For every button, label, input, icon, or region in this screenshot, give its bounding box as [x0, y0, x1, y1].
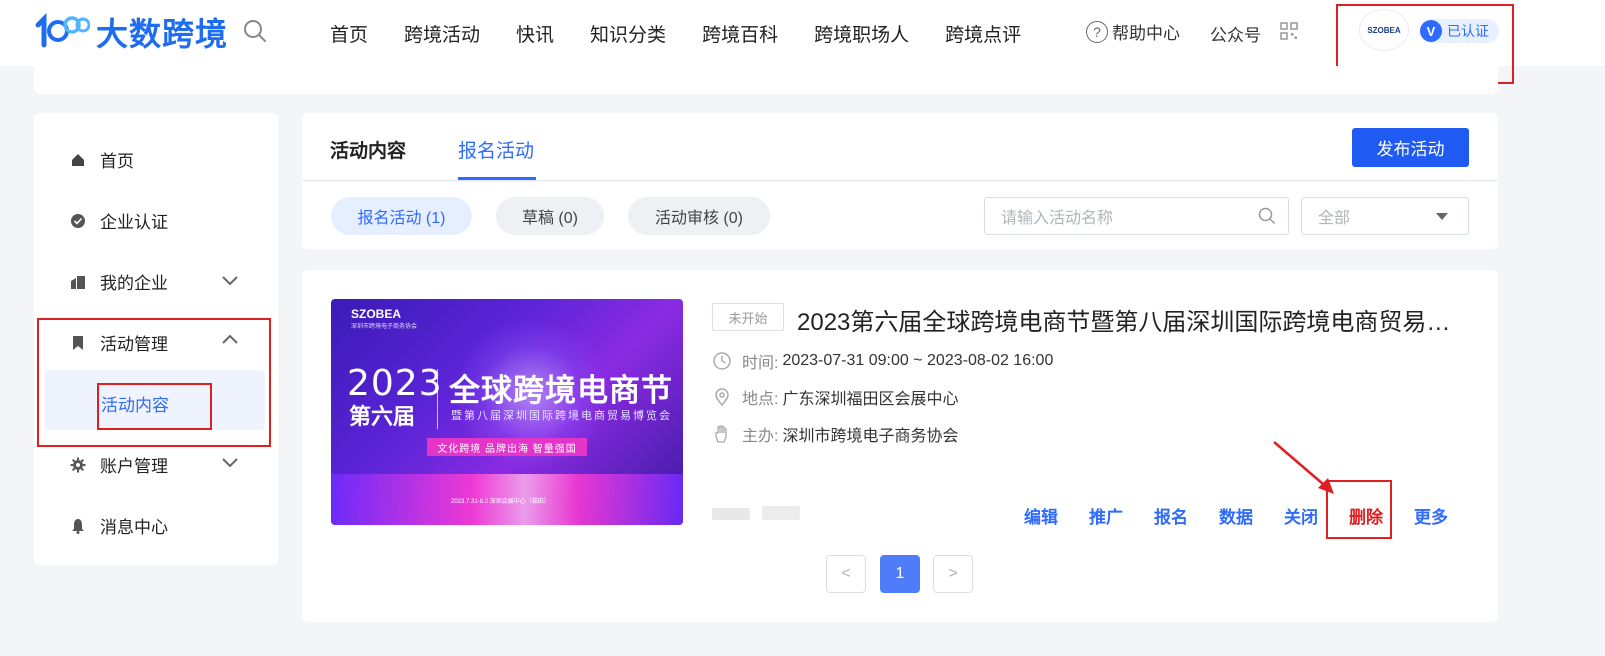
place-value: 广东深圳福田区会展中心	[782, 391, 959, 408]
more-button[interactable]: 更多	[1414, 503, 1448, 528]
next-page-button[interactable]: >	[933, 555, 973, 593]
status-badge: 未开始	[712, 303, 784, 331]
search-placeholder: 请输入活动名称	[1001, 210, 1114, 227]
active-tab-indicator	[458, 177, 536, 180]
search-icon[interactable]	[1258, 207, 1276, 225]
event-host: 主办: 深圳市跨境电子商务协会	[712, 422, 958, 446]
poster-headline: 全球跨境电商节	[449, 373, 673, 408]
chevron-down-icon[interactable]	[220, 270, 240, 290]
publish-event-button[interactable]: 发布活动	[1352, 128, 1469, 167]
tab-registration-events[interactable]: 报名活动	[458, 136, 534, 163]
nav-events[interactable]: 跨境活动	[404, 20, 480, 47]
nav-home[interactable]: 首页	[330, 20, 368, 47]
wechat-account-link[interactable]: 公众号	[1210, 21, 1261, 46]
sidebar-item-my-company[interactable]: 我的企业	[70, 269, 168, 294]
promote-button[interactable]: 推广	[1089, 503, 1123, 528]
prev-page-button[interactable]: <	[826, 555, 866, 593]
clock-icon	[713, 352, 731, 370]
event-time: 时间: 2023-07-31 09:00 ~ 2023-08-02 16:00	[712, 349, 1053, 373]
sidebar-item-label: 企业认证	[100, 213, 168, 232]
badge-check-icon	[71, 213, 85, 228]
site-logo[interactable]: 大数跨境	[34, 12, 229, 53]
qr-code-icon[interactable]	[1280, 22, 1298, 40]
annotation-arrow-icon	[1273, 441, 1334, 494]
sidebar-item-account[interactable]: 账户管理	[70, 452, 168, 477]
host-label: 主办:	[742, 428, 779, 445]
sidebar-item-label: 账户管理	[100, 457, 168, 476]
poster-subline: 暨第八届深圳国际跨境电商贸易博览会	[451, 410, 672, 422]
sidebar-item-messages[interactable]: 消息中心	[70, 513, 168, 538]
filter-review[interactable]: 活动审核 (0)	[628, 197, 770, 235]
time-value: 2023-07-31 09:00 ~ 2023-08-02 16:00	[782, 352, 1054, 369]
nav-reviews[interactable]: 跨境点评	[945, 20, 1021, 47]
data-button[interactable]: 数据	[1219, 503, 1253, 528]
place-label: 地点:	[742, 391, 779, 408]
nav-careers[interactable]: 跨境职场人	[814, 20, 909, 47]
logo-mark-icon	[35, 13, 90, 48]
search-icon[interactable]	[242, 18, 268, 44]
status-select[interactable]: 全部	[1301, 197, 1469, 235]
poster-brand-sub: 深圳市跨境电子商务协会	[351, 324, 418, 330]
event-title[interactable]: 2023第六届全球跨境电商节暨第八届深圳国际跨境电商贸易博览会	[797, 302, 1467, 337]
blurred-stat	[712, 508, 750, 520]
event-place: 地点: 广东深圳福田区会展中心	[712, 385, 958, 409]
sidebar-item-label: 消息中心	[100, 518, 168, 537]
bell-icon	[72, 518, 84, 534]
nav-wiki[interactable]: 跨境百科	[702, 20, 778, 47]
poster-slogan: 文化跨境 品牌出海 智量强国	[427, 438, 587, 456]
gear-icon	[70, 457, 86, 472]
logo-text: 大数跨境	[96, 15, 229, 53]
home-icon	[72, 153, 84, 166]
sidebar-item-company-verify[interactable]: 企业认证	[70, 208, 168, 233]
chevron-down-icon[interactable]	[220, 452, 240, 472]
main-nav: 首页 跨境活动 快讯 知识分类 跨境百科 跨境职场人 跨境点评	[330, 0, 1057, 66]
registration-button[interactable]: 报名	[1154, 503, 1188, 528]
edit-button[interactable]: 编辑	[1024, 503, 1058, 528]
close-button[interactable]: 关闭	[1284, 503, 1318, 528]
filter-registration[interactable]: 报名活动 (1)	[331, 197, 472, 235]
caret-down-icon	[1436, 213, 1448, 220]
tab-event-content[interactable]: 活动内容	[330, 136, 406, 163]
poster-brand: SZOBEA	[351, 307, 402, 321]
event-search-input[interactable]: 请输入活动名称	[984, 197, 1289, 235]
filter-drafts[interactable]: 草稿 (0)	[496, 197, 604, 235]
header-strip	[34, 66, 1498, 94]
location-pin-icon	[715, 388, 729, 407]
host-value: 深圳市跨境电子商务协会	[782, 428, 959, 445]
select-value: 全部	[1318, 210, 1351, 227]
sidebar-item-label: 我的企业	[100, 274, 168, 293]
time-label: 时间:	[742, 355, 779, 372]
event-card: SZOBEA 深圳市跨境电子商务协会 2023 第六届 全球跨境电商节 暨第八届…	[302, 270, 1498, 622]
help-center-link[interactable]: ? 帮助中心	[1086, 19, 1180, 44]
poster-year: 2023	[347, 363, 443, 404]
event-actions: 编辑 推广 报名 数据 关闭 删除 更多	[1024, 503, 1479, 528]
poster-date: 2023.7.31-8.2 深圳会展中心（福田）	[451, 499, 550, 505]
nav-news[interactable]: 快讯	[516, 20, 554, 47]
help-center-label: 帮助中心	[1112, 24, 1180, 43]
building-icon	[71, 275, 85, 289]
highlight-box-event-content	[97, 383, 212, 430]
sidebar-item-home[interactable]: 首页	[70, 147, 134, 172]
poster-divider	[437, 369, 438, 429]
blurred-stat	[762, 506, 800, 520]
hand-icon	[715, 425, 727, 443]
current-page-button[interactable]: 1	[880, 555, 920, 593]
main-header: 活动内容 报名活动 发布活动	[302, 113, 1498, 181]
poster-edition: 第六届	[349, 404, 416, 429]
help-icon: ?	[1086, 20, 1108, 43]
nav-knowledge[interactable]: 知识分类	[590, 20, 666, 47]
filter-row: 报名活动 (1) 草稿 (0) 活动审核 (0) 请输入活动名称 全部	[302, 182, 1498, 249]
event-poster[interactable]: SZOBEA 深圳市跨境电子商务协会 2023 第六届 全球跨境电商节 暨第八届…	[331, 299, 683, 525]
sidebar-item-label: 首页	[100, 152, 134, 171]
